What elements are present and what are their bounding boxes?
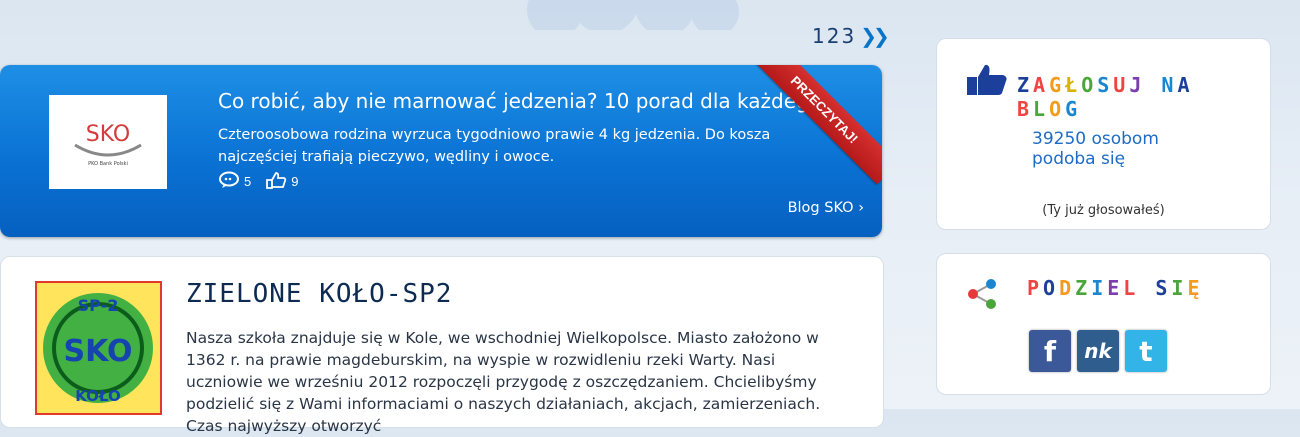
featured-title[interactable]: Co robić, aby nie marnować jedzenia? 10 … (218, 89, 821, 113)
featured-post-card[interactable]: SKO PKO Bank Polski Co robić, aby nie ma… (0, 65, 882, 237)
post-body: Nasza szkoła znajduje się w Kole, we wsc… (186, 329, 821, 435)
vote-count-line1: 39250 osobom (1032, 129, 1159, 149)
voted-note: (Ty już głosowałeś) (1042, 203, 1165, 218)
twitter-icon[interactable]: t (1125, 330, 1167, 372)
comments-count: 5 (244, 174, 252, 189)
featured-description: Czteroosobowa rodzina wyrzuca tygodniowo… (218, 127, 771, 165)
vote-title: ZAGŁOSUJ NA BLOG (1017, 73, 1194, 121)
share-panel: PODZIEL SIĘ f nk t (936, 253, 1271, 395)
thumbs-up-icon (265, 171, 287, 192)
pagination: 1 2 3 ❯❯ (812, 24, 890, 48)
chevron-right-icon: › (858, 200, 864, 216)
svg-text:KOŁO: KOŁO (75, 387, 121, 405)
svg-text:SKO: SKO (86, 122, 131, 147)
likes-count: 9 (291, 174, 299, 189)
blog-sko-link[interactable]: Blog SKO › (788, 200, 864, 216)
svg-text:SKO: SKO (63, 334, 132, 369)
blog-sko-label: Blog SKO (787, 200, 854, 216)
cloud-decoration (527, 0, 739, 30)
next-page-icon[interactable]: ❯❯ (860, 24, 889, 48)
vote-count-line2: podoba się (1032, 149, 1126, 169)
share-buttons: f nk t (1029, 330, 1167, 372)
nk-icon[interactable]: nk (1077, 330, 1119, 372)
vote-panel: ZAGŁOSUJ NA BLOG 39250 osobom podoba się… (936, 38, 1271, 230)
svg-text:SP-2: SP-2 (78, 296, 119, 315)
post-heading[interactable]: ZIELONE KOŁO-SP2 (186, 279, 452, 309)
page-2-link[interactable]: 2 (827, 24, 840, 48)
share-title: PODZIEL SIĘ (1027, 276, 1204, 300)
sko-logo: SKO PKO Bank Polski (49, 95, 167, 189)
page-1-link[interactable]: 1 (812, 24, 825, 48)
vote-count: 39250 osobom podoba się (1032, 129, 1159, 169)
post-card: SP-2 SKO KOŁO ZIELONE KOŁO-SP2 Nasza szk… (0, 256, 884, 435)
svg-text:PKO Bank Polski: PKO Bank Polski (88, 161, 128, 167)
thumbs-up-icon (965, 63, 1009, 102)
share-icon (965, 276, 1001, 317)
facebook-icon[interactable]: f (1029, 330, 1071, 372)
featured-stats: 5 9 (218, 171, 298, 192)
school-badge-image: SP-2 SKO KOŁO (35, 281, 162, 415)
page-3-link[interactable]: 3 (841, 24, 854, 48)
comment-icon (218, 171, 240, 192)
